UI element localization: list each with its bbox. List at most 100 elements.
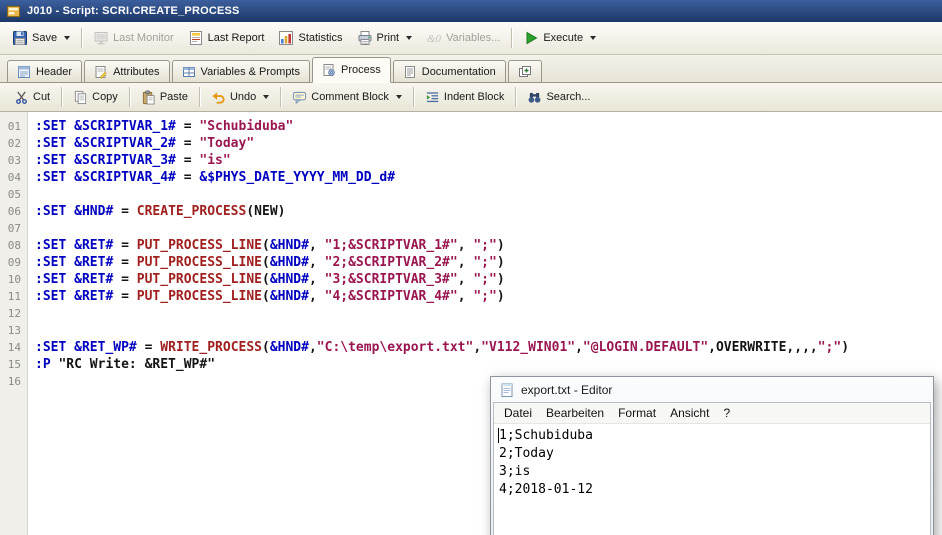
comment-block-button[interactable]: Comment Block [285, 87, 409, 108]
tab-documentation[interactable]: Documentation [392, 60, 506, 82]
code-token: ( [262, 289, 270, 304]
last-monitor-button[interactable]: Last Monitor [86, 27, 181, 49]
svg-text:&0: &0 [427, 33, 442, 45]
line-number: 13 [7, 324, 21, 337]
menu-bearbeiten[interactable]: Bearbeiten [539, 404, 611, 422]
indent-block-button[interactable]: Indent Block [418, 87, 512, 108]
paste-button[interactable]: Paste [134, 87, 195, 108]
search-label: Search... [546, 91, 591, 103]
undo-button[interactable]: Undo [204, 87, 276, 108]
notepad-body: Datei Bearbeiten Format Ansicht? 1;Schubidu… [493, 402, 931, 535]
menu-datei[interactable]: Datei [497, 404, 539, 422]
line-number: 10 [7, 273, 21, 286]
line-number: 02 [7, 137, 21, 150]
edit-toolbar: Cut Copy Paste Undo Comment Block Indent Bloc… [0, 83, 942, 112]
code-token: &SCRIPTVAR_2# [74, 136, 176, 151]
dropdown-arrow-icon[interactable] [263, 95, 270, 99]
tab-header[interactable]: Header [7, 60, 83, 82]
line-number: 07 [7, 222, 21, 235]
code-line[interactable]: :SET &RET# = PUT_PROCESS_LINE(&HND#, "4;… [35, 288, 942, 305]
tab-label: Header [36, 65, 73, 78]
dropdown-arrow-icon[interactable] [395, 95, 402, 99]
window-titlebar[interactable]: J010 - Script: SCRI.CREATE_PROCESS [0, 0, 942, 22]
tab-label: Variables & Prompts [200, 65, 300, 78]
dropdown-arrow-icon[interactable] [406, 36, 413, 40]
notepad-icon [499, 382, 515, 398]
code-token: :SET [35, 289, 67, 304]
code-line[interactable]: :P "RC Write: &RET_WP#" [35, 356, 942, 373]
notepad-window[interactable]: export.txt - Editor Datei Bearbeiten Forma… [490, 376, 934, 535]
copy-button[interactable]: Copy [66, 87, 125, 108]
code-line[interactable] [35, 186, 942, 203]
notepad-titlebar[interactable]: export.txt - Editor [493, 377, 931, 402]
code-token: = [113, 255, 137, 270]
code-token: &HND# [74, 204, 114, 219]
code-line[interactable]: :SET &SCRIPTVAR_3# = "is" [35, 152, 942, 169]
menu-format[interactable]: Format [611, 404, 663, 422]
code-token: &RET# [74, 255, 114, 270]
report-icon [188, 30, 204, 46]
code-line[interactable]: :SET &RET# = PUT_PROCESS_LINE(&HND#, "3;… [35, 271, 942, 288]
toolbar-separator [128, 87, 130, 107]
search-button[interactable]: Search... [520, 87, 597, 108]
notepad-title: export.txt - Editor [521, 382, 613, 397]
code-token: , [457, 238, 474, 253]
code-token: "2;&SCRIPTVAR_2#" [324, 255, 458, 270]
code-token: &SCRIPTVAR_1# [74, 119, 176, 134]
tab-attributes[interactable]: Attributes [84, 60, 170, 82]
tab-new-tab[interactable] [507, 60, 542, 82]
window-title: J010 - Script: SCRI.CREATE_PROCESS [27, 5, 240, 17]
code-token: &HND# [269, 272, 309, 287]
code-token: &RET# [74, 272, 114, 287]
new-tab-icon [518, 65, 532, 79]
code-line[interactable]: :SET &SCRIPTVAR_2# = "Today" [35, 135, 942, 152]
notepad-line: 1;Schubiduba [499, 428, 593, 443]
code-line[interactable] [35, 305, 942, 322]
notepad-content[interactable]: 1;Schubiduba 2;Today 3;is 4;2018-01-12 [494, 424, 930, 535]
statistics-button[interactable]: Statistics [271, 27, 349, 49]
cut-button[interactable]: Cut [7, 87, 57, 108]
menu-ansicht[interactable]: Ansicht [663, 404, 716, 422]
print-button[interactable]: Print [350, 27, 420, 49]
code-token: ) [496, 289, 505, 304]
print-icon [357, 30, 373, 46]
code-line[interactable]: :SET &SCRIPTVAR_4# = &$PHYS_DATE_YYYY_MM… [35, 169, 942, 186]
code-line[interactable] [35, 322, 942, 339]
dropdown-arrow-icon[interactable] [64, 36, 71, 40]
tab-process[interactable]: Process [312, 57, 391, 83]
line-number: 01 [7, 120, 21, 133]
last-report-button[interactable]: Last Report [181, 27, 272, 49]
code-line[interactable]: :SET &RET# = PUT_PROCESS_LINE(&HND#, "1;… [35, 237, 942, 254]
save-button[interactable]: Save [5, 27, 77, 49]
variables-button[interactable]: &0 Variables... [419, 27, 507, 49]
code-token: "Today" [199, 136, 255, 151]
code-line[interactable]: :SET &RET_WP# = WRITE_PROCESS(&HND#,"C:\… [35, 339, 942, 356]
tab-label: Documentation [421, 65, 496, 78]
notepad-line: 2;Today [499, 446, 554, 461]
save-icon [12, 30, 28, 46]
code-token: :SET [35, 272, 67, 287]
code-token: = [175, 170, 200, 185]
code-token: PUT_PROCESS_LINE [136, 272, 262, 287]
code-token: = [113, 204, 137, 219]
code-line[interactable]: :SET &RET# = PUT_PROCESS_LINE(&HND#, "2;… [35, 254, 942, 271]
code-line[interactable]: :SET &HND# = CREATE_PROCESS(NEW) [35, 203, 942, 220]
app-icon [6, 4, 21, 19]
code-token: &RET_WP# [74, 340, 137, 355]
code-token: :SET [35, 255, 67, 270]
code-token: "3;&SCRIPTVAR_3#" [324, 272, 458, 287]
line-number: 09 [7, 256, 21, 269]
code-line[interactable] [35, 220, 942, 237]
toolbar-separator [412, 87, 414, 107]
print-label: Print [376, 32, 400, 44]
code-token: , [308, 289, 325, 304]
code-line[interactable]: :SET &SCRIPTVAR_1# = "Schubiduba" [35, 118, 942, 135]
execute-button[interactable]: Execute [516, 27, 603, 49]
menu-help[interactable]: ? [716, 404, 737, 422]
variables-label: Variables... [446, 32, 501, 44]
tab-variables-prompts[interactable]: Variables & Prompts [171, 60, 310, 82]
dropdown-arrow-icon[interactable] [590, 36, 597, 40]
